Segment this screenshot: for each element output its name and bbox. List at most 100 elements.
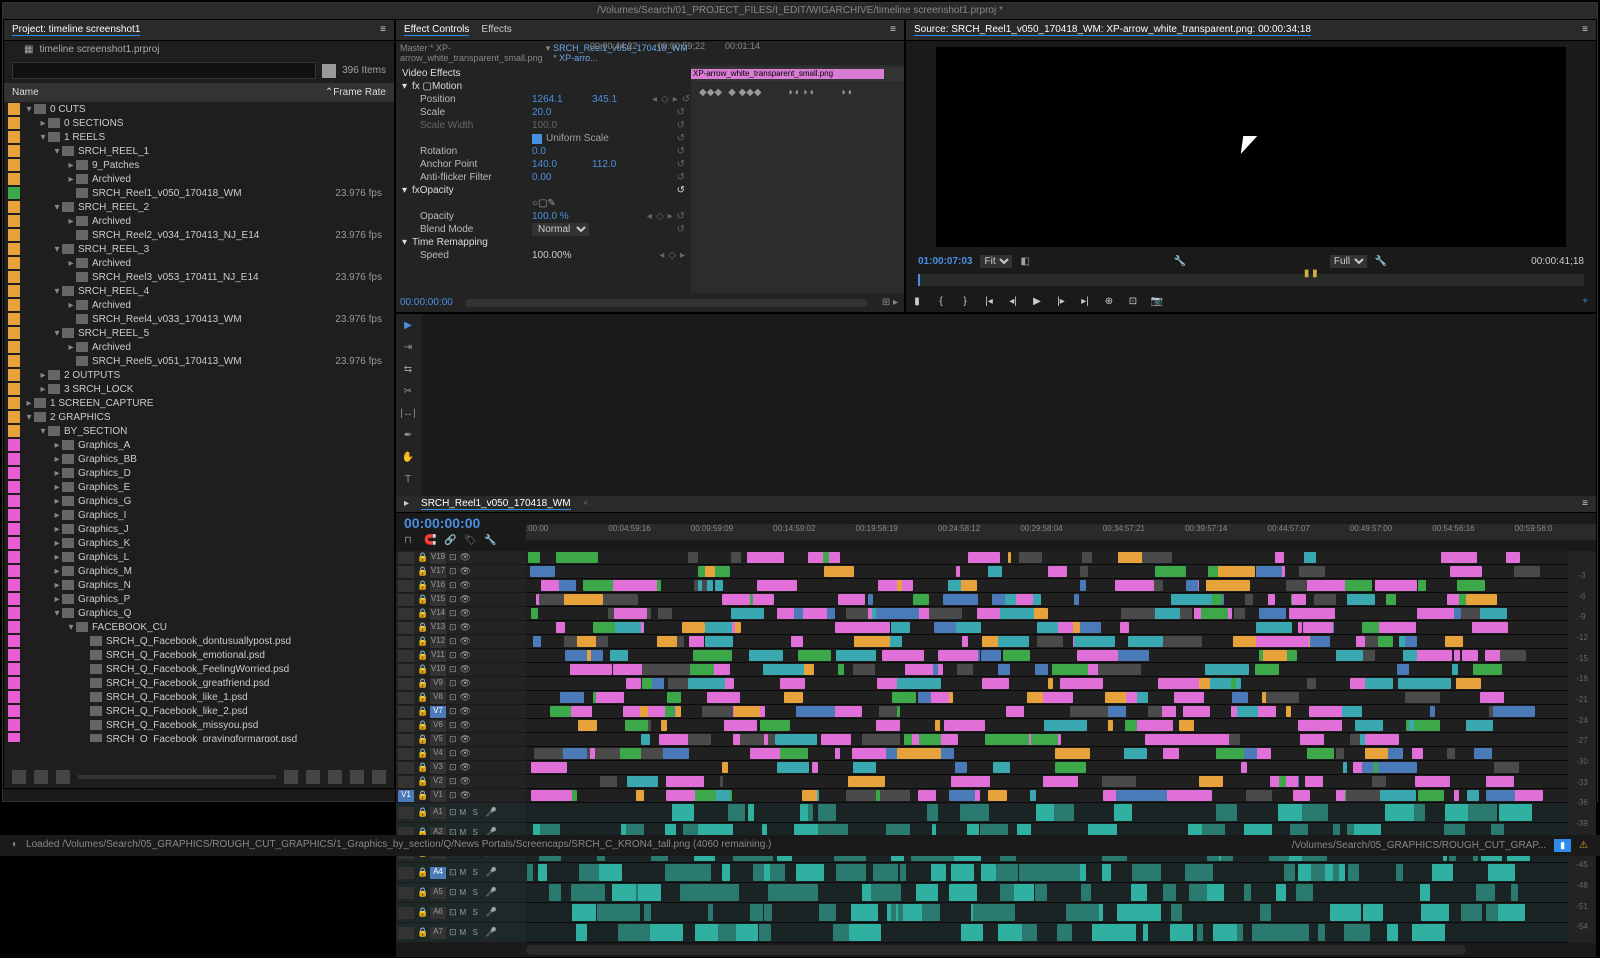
track-target[interactable]: A5 <box>430 887 446 899</box>
timeline-playhead-tc[interactable]: 00:00:00:00 <box>396 513 526 533</box>
timeline-clip[interactable] <box>625 720 648 731</box>
tree-row[interactable]: SRCH_Q_Facebook_dontusuallypost.psd <box>4 634 394 648</box>
timeline-clip[interactable] <box>1281 924 1310 941</box>
timeline-clip[interactable] <box>764 904 772 921</box>
track-target[interactable]: V2 <box>430 776 446 788</box>
timeline-clip[interactable] <box>1379 622 1416 633</box>
timeline-clip[interactable] <box>808 804 813 821</box>
timeline-clip[interactable] <box>1186 580 1198 591</box>
timeline-clip[interactable] <box>1473 664 1502 675</box>
disclosure-chevron-icon[interactable]: ▸ <box>66 216 76 227</box>
tree-row[interactable]: ▸Graphics_E <box>4 480 394 494</box>
timeline-clip[interactable] <box>1197 924 1203 941</box>
timeline-clip[interactable] <box>1428 904 1449 921</box>
mask-pen-icon[interactable]: ✎ <box>548 198 556 209</box>
timeline-clip[interactable] <box>1363 904 1383 921</box>
timeline-clip[interactable] <box>853 762 876 773</box>
src-patch[interactable] <box>398 887 414 899</box>
src-patch[interactable]: V1 <box>398 790 414 802</box>
timeline-clip[interactable] <box>1043 776 1078 787</box>
export-frame-icon[interactable]: 📷 <box>1150 294 1164 308</box>
voiceover-icon[interactable]: 🎤 <box>486 927 497 938</box>
timeline-clip[interactable] <box>1363 636 1378 647</box>
timeline-clip[interactable] <box>993 762 1010 773</box>
timeline-clip[interactable] <box>565 650 603 661</box>
timeline-clip[interactable] <box>1185 864 1213 881</box>
tree-row[interactable]: SRCH_Reel1_v050_170418_WM23.976 fps <box>4 186 394 200</box>
disclosure-chevron-icon[interactable]: ▸ <box>52 482 62 493</box>
timeline-clip[interactable] <box>556 552 599 563</box>
timeline-clip[interactable] <box>854 636 890 647</box>
timeline-clip[interactable] <box>1300 720 1342 731</box>
timeline-clip[interactable] <box>1275 552 1281 563</box>
timeline-clip[interactable] <box>704 884 738 901</box>
warning-icon[interactable]: ⚠ <box>1579 840 1588 851</box>
timeline-clip[interactable] <box>1000 884 1014 901</box>
fx-scale-val[interactable]: 20.0 <box>532 107 592 118</box>
timeline-clip[interactable] <box>733 734 740 745</box>
eye-icon[interactable]: 👁 <box>460 622 470 633</box>
eye-icon[interactable]: 👁 <box>460 790 470 801</box>
timeline-clip[interactable] <box>1356 636 1365 647</box>
timeline-clip[interactable] <box>918 692 932 703</box>
timeline-clip[interactable] <box>599 864 615 881</box>
timeline-clip[interactable] <box>998 924 1022 941</box>
timeline-clip[interactable] <box>1488 864 1515 881</box>
timeline-clip[interactable] <box>627 776 658 787</box>
timeline-clip[interactable] <box>1213 924 1237 941</box>
timeline-clip[interactable] <box>1447 594 1459 605</box>
sync-lock-icon[interactable]: ⊡ <box>449 594 457 605</box>
src-patch[interactable] <box>398 650 414 662</box>
mute-button[interactable]: M <box>460 808 470 817</box>
tree-row[interactable]: ▸Graphics_D <box>4 466 394 480</box>
tree-row[interactable]: ▾SRCH_REEL_1 <box>4 144 394 158</box>
tree-row[interactable]: ▾SRCH_REEL_3 <box>4 242 394 256</box>
timeline-clip[interactable] <box>1409 720 1414 731</box>
timeline-clips-area[interactable] <box>526 551 1568 943</box>
fx-motion-toggle[interactable]: ▾ fx ▢ Motion <box>400 80 687 93</box>
play-icon[interactable]: ▶ <box>1030 294 1044 308</box>
timeline-clip[interactable] <box>748 804 755 821</box>
src-patch[interactable] <box>398 907 414 919</box>
timeline-clip[interactable] <box>1494 762 1519 773</box>
timeline-clip[interactable] <box>658 608 672 619</box>
status-progress-chip[interactable]: ▮ <box>1554 839 1571 852</box>
timeline-clip[interactable] <box>760 720 790 731</box>
tree-row[interactable]: ▾SRCH_REEL_5 <box>4 326 394 340</box>
timeline-clip[interactable] <box>1500 650 1526 661</box>
timeline-clip[interactable] <box>1102 864 1111 881</box>
timeline-clip[interactable] <box>1347 594 1375 605</box>
timeline-clip[interactable] <box>1030 790 1036 801</box>
tree-row[interactable]: SRCH_Reel5_v051_170413_WM23.976 fps <box>4 354 394 368</box>
tree-row[interactable]: SRCH_Q_Facebook_emotional.psd <box>4 648 394 662</box>
video-track[interactable] <box>526 691 1568 705</box>
audio-track-header[interactable]: 🔒A6⊡MS🎤 <box>396 903 526 923</box>
timeline-clip[interactable] <box>1008 552 1011 563</box>
timeline-clip[interactable] <box>759 924 771 941</box>
timeline-clip[interactable] <box>530 566 555 577</box>
timeline-clip[interactable] <box>1418 790 1444 801</box>
timeline-clip[interactable] <box>1171 594 1212 605</box>
timeline-clip[interactable] <box>1019 864 1046 881</box>
timeline-clip[interactable] <box>1158 678 1199 689</box>
sync-lock-icon[interactable]: ⊡ <box>449 552 457 563</box>
fx-mini-clip[interactable]: XP-arrow_white_transparent_small.png <box>691 69 884 79</box>
src-patch[interactable] <box>398 720 414 732</box>
reset-icon[interactable]: ↺ <box>677 107 685 118</box>
disclosure-chevron-icon[interactable]: ▸ <box>52 552 62 563</box>
fx-flicker-val[interactable]: 0.00 <box>532 172 592 183</box>
col-framerate[interactable]: Frame Rate <box>333 87 386 98</box>
timeline-clip[interactable] <box>1179 720 1194 731</box>
prev-kf-icon[interactable]: ◂ <box>652 94 657 105</box>
timeline-clip[interactable] <box>960 804 989 821</box>
mute-button[interactable]: M <box>460 868 470 877</box>
timeline-clip[interactable] <box>1080 566 1086 577</box>
timeline-clip[interactable] <box>1447 748 1455 759</box>
timeline-clip[interactable] <box>1035 664 1047 675</box>
video-track-header[interactable]: 🔒V14⊡👁 <box>396 607 526 621</box>
disclosure-chevron-icon[interactable]: ▸ <box>52 524 62 535</box>
timeline-clip[interactable] <box>1330 904 1361 921</box>
nested-seq-icon[interactable]: ▸ <box>404 498 409 510</box>
panel-menu-icon[interactable]: ≡ <box>1582 498 1588 510</box>
trash-icon[interactable] <box>372 770 386 784</box>
